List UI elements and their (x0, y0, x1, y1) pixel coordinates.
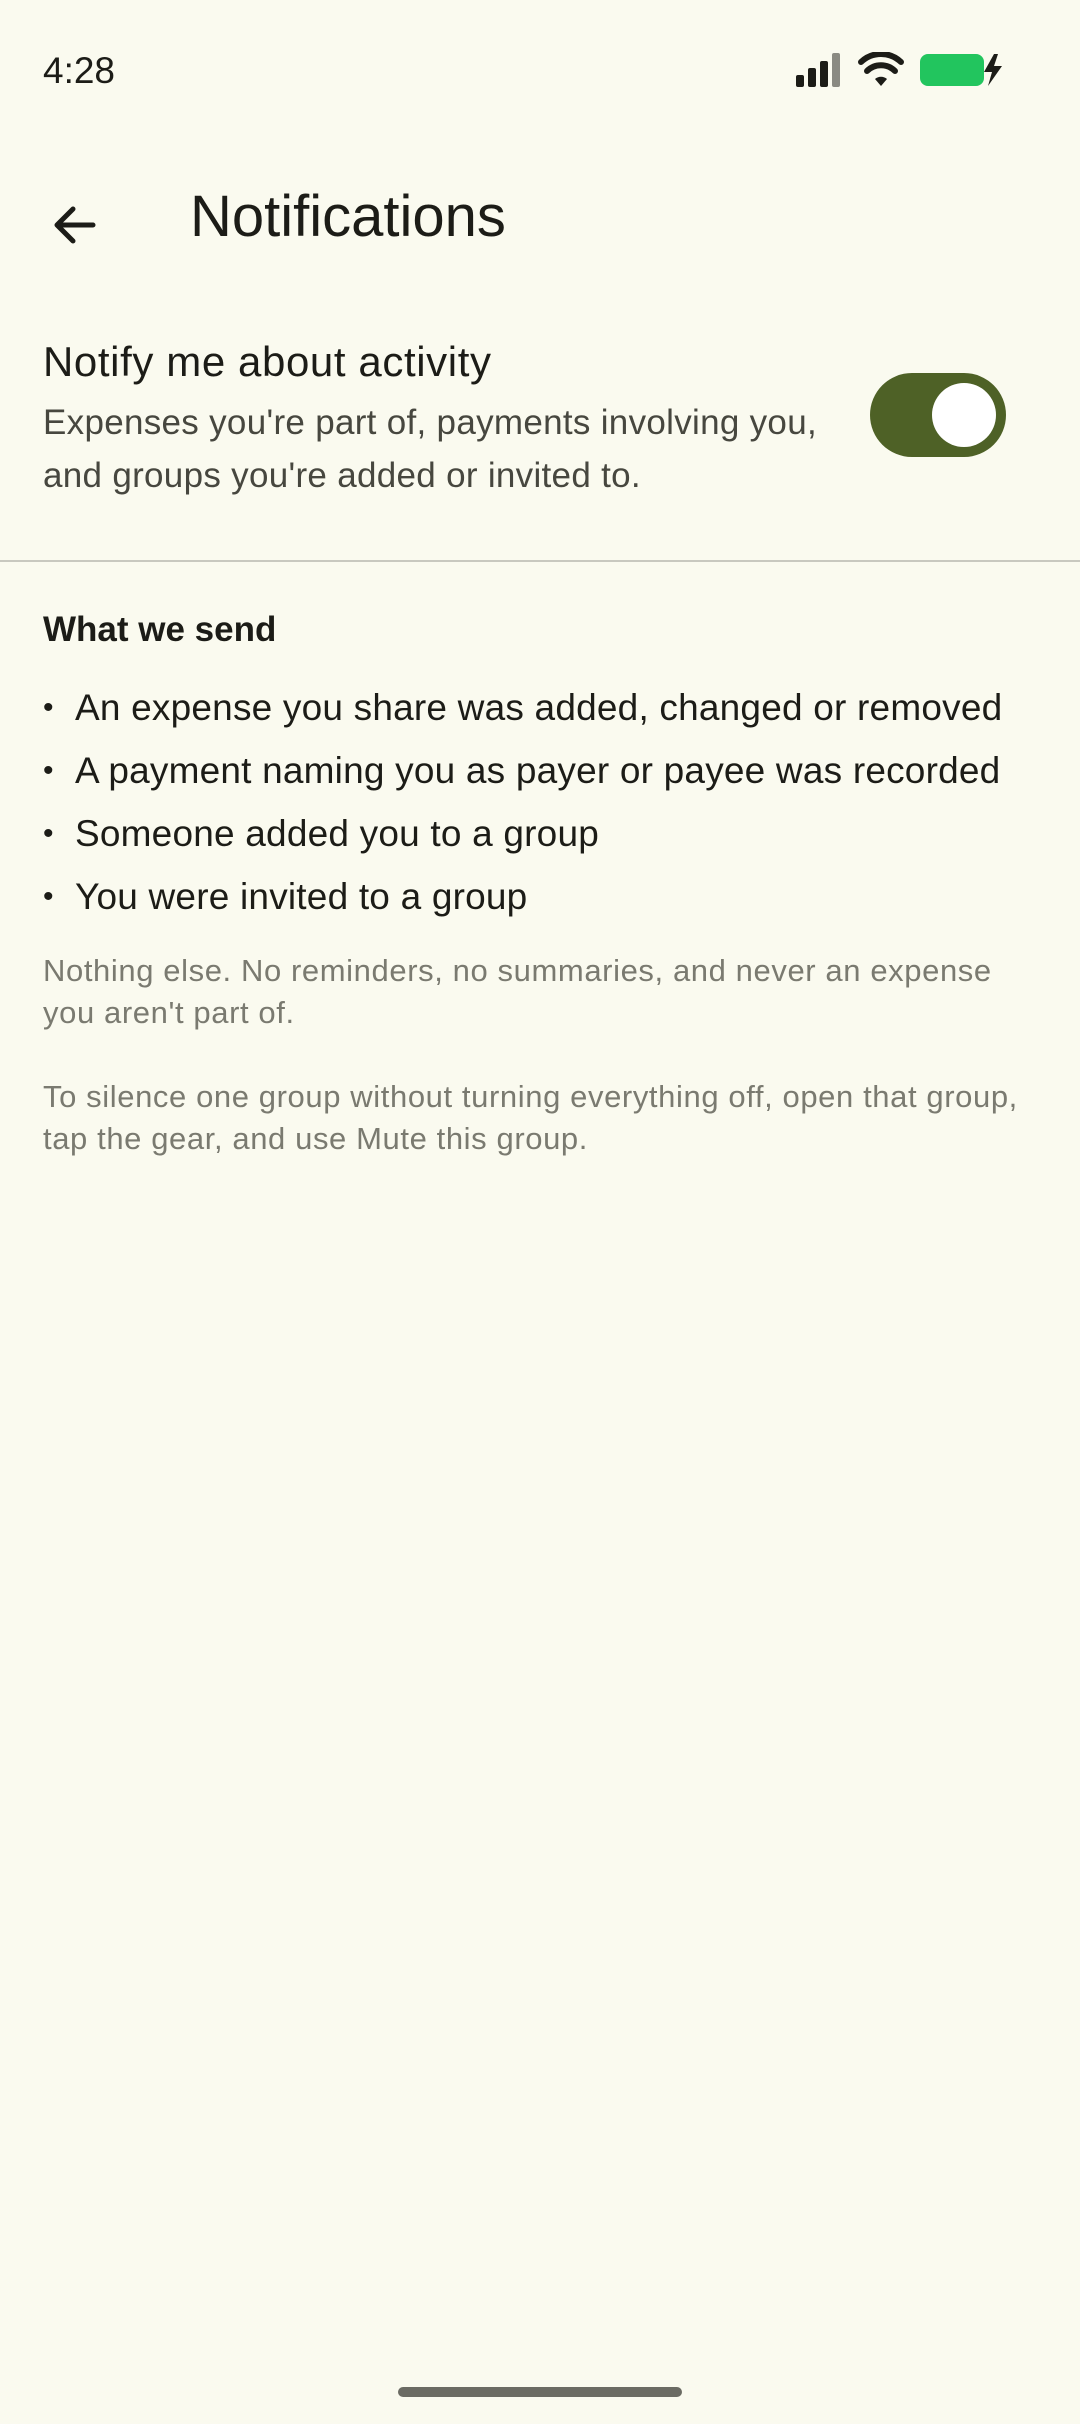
bullet-icon: • (43, 817, 54, 850)
battery-charging-icon (920, 54, 1002, 86)
status-icons (796, 50, 1006, 90)
info-note-nothing-else: Nothing else. No reminders, no summaries… (43, 953, 992, 1030)
signal-icon (796, 53, 840, 87)
home-indicator[interactable] (398, 2387, 682, 2397)
page-title: Notifications (190, 184, 506, 249)
info-note-mute-group: To silence one group without turning eve… (43, 1079, 1018, 1156)
section-heading: What we send (43, 610, 277, 649)
bullet-icon: • (43, 880, 54, 913)
list-item: • Someone added you to a group (43, 812, 1053, 875)
list-item-text: An expense you share was added, changed … (75, 687, 1003, 728)
list-item-text: Someone added you to a group (75, 813, 599, 854)
wifi-icon (858, 52, 904, 86)
list-item-text: You were invited to a group (75, 876, 528, 917)
list-item: • You were invited to a group (43, 875, 1053, 938)
arrow-back-icon (54, 206, 96, 244)
back-button[interactable] (30, 182, 116, 268)
status-bar: 4:28 (0, 0, 1080, 140)
what-we-send-list: • An expense you share was added, change… (43, 686, 1053, 938)
app-bar: Notifications (0, 160, 1080, 270)
list-item-text: A payment naming you as payer or payee w… (75, 750, 1001, 791)
notify-activity-setting[interactable]: Notify me about activity Expenses you're… (0, 320, 1080, 520)
setting-subtitle: Expenses you're part of, payments involv… (43, 403, 817, 495)
setting-title: Notify me about activity (43, 338, 492, 385)
status-time: 4:28 (43, 50, 116, 91)
bullet-icon: • (43, 754, 54, 787)
divider (0, 560, 1080, 562)
bullet-icon: • (43, 691, 54, 724)
list-item: • An expense you share was added, change… (43, 686, 1053, 749)
switch-thumb (932, 383, 996, 447)
notify-activity-switch[interactable] (870, 373, 1006, 457)
list-item: • A payment naming you as payer or payee… (43, 749, 1053, 812)
